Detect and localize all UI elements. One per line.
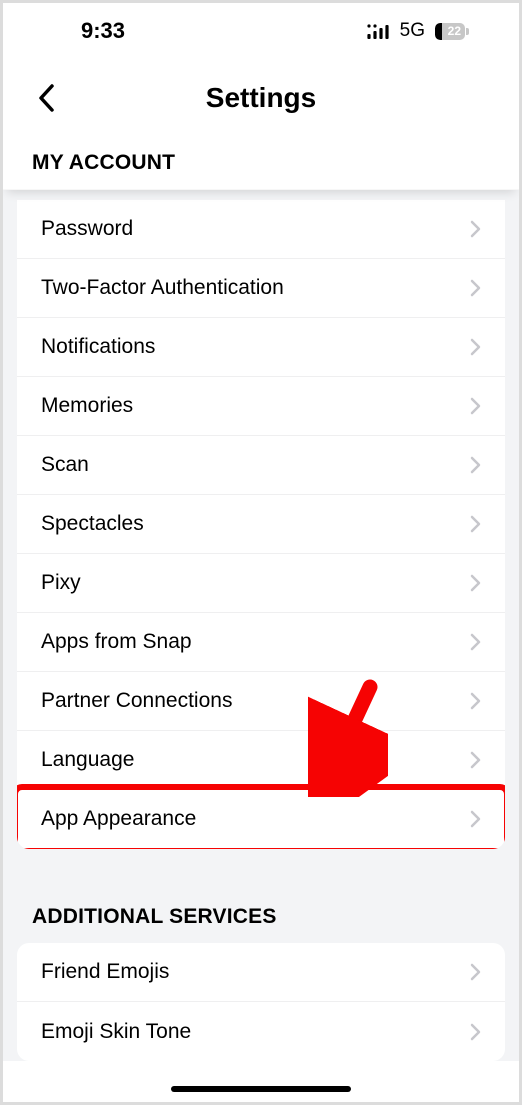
chevron-right-icon [465,514,485,534]
row-label: Spectacles [41,512,465,536]
row-pixy[interactable]: Pixy [17,554,505,613]
row-notifications[interactable]: Notifications [17,318,505,377]
row-two-factor-authentication[interactable]: Two-Factor Authentication [17,259,505,318]
chevron-right-icon [465,632,485,652]
row-label: Partner Connections [41,689,465,713]
row-label: App Appearance [41,807,465,831]
row-emoji-skin-tone[interactable]: Emoji Skin Tone [17,1002,505,1061]
row-label: Emoji Skin Tone [41,1020,465,1044]
back-button[interactable] [27,78,67,118]
row-memories[interactable]: Memories [17,377,505,436]
page-title: Settings [206,82,316,114]
chevron-right-icon [465,219,485,239]
row-partner-connections[interactable]: Partner Connections [17,672,505,731]
row-label: Scan [41,453,465,477]
signal-icon [366,23,392,39]
row-scan[interactable]: Scan [17,436,505,495]
list-my-account: Password Two-Factor Authentication Notif… [17,200,505,849]
row-apps-from-snap[interactable]: Apps from Snap [17,613,505,672]
chevron-right-icon [465,809,485,829]
chevron-right-icon [465,962,485,982]
chevron-right-icon [465,573,485,593]
row-label: Notifications [41,335,465,359]
chevron-right-icon [465,1022,485,1042]
row-label: Language [41,748,465,772]
row-friend-emojis[interactable]: Friend Emojis [17,943,505,1002]
chevron-right-icon [465,396,485,416]
chevron-right-icon [465,455,485,475]
status-time: 9:33 [81,18,125,44]
row-label: Friend Emojis [41,960,465,984]
chevron-right-icon [465,691,485,711]
row-label: Pixy [41,571,465,595]
chevron-right-icon [465,750,485,770]
home-indicator[interactable] [171,1086,351,1092]
network-label: 5G [400,20,425,42]
chevron-left-icon [37,83,57,113]
section-header-my-account: MY ACCOUNT [3,137,519,190]
chevron-right-icon [465,337,485,357]
status-indicators: 5G 22 [366,20,469,42]
row-label: Memories [41,394,465,418]
status-bar: 9:33 5G 22 [3,3,519,59]
header: Settings [3,59,519,137]
row-app-appearance[interactable]: App Appearance [17,790,505,849]
battery-icon: 22 [435,23,469,40]
row-label: Apps from Snap [41,630,465,654]
row-password[interactable]: Password [17,200,505,259]
row-label: Two-Factor Authentication [41,276,465,300]
section-header-additional-services: ADDITIONAL SERVICES [17,905,505,943]
list-additional-services: Friend Emojis Emoji Skin Tone [17,943,505,1061]
chevron-right-icon [465,278,485,298]
row-spectacles[interactable]: Spectacles [17,495,505,554]
battery-percent: 22 [435,23,461,40]
row-label: Password [41,217,465,241]
row-language[interactable]: Language [17,731,505,790]
